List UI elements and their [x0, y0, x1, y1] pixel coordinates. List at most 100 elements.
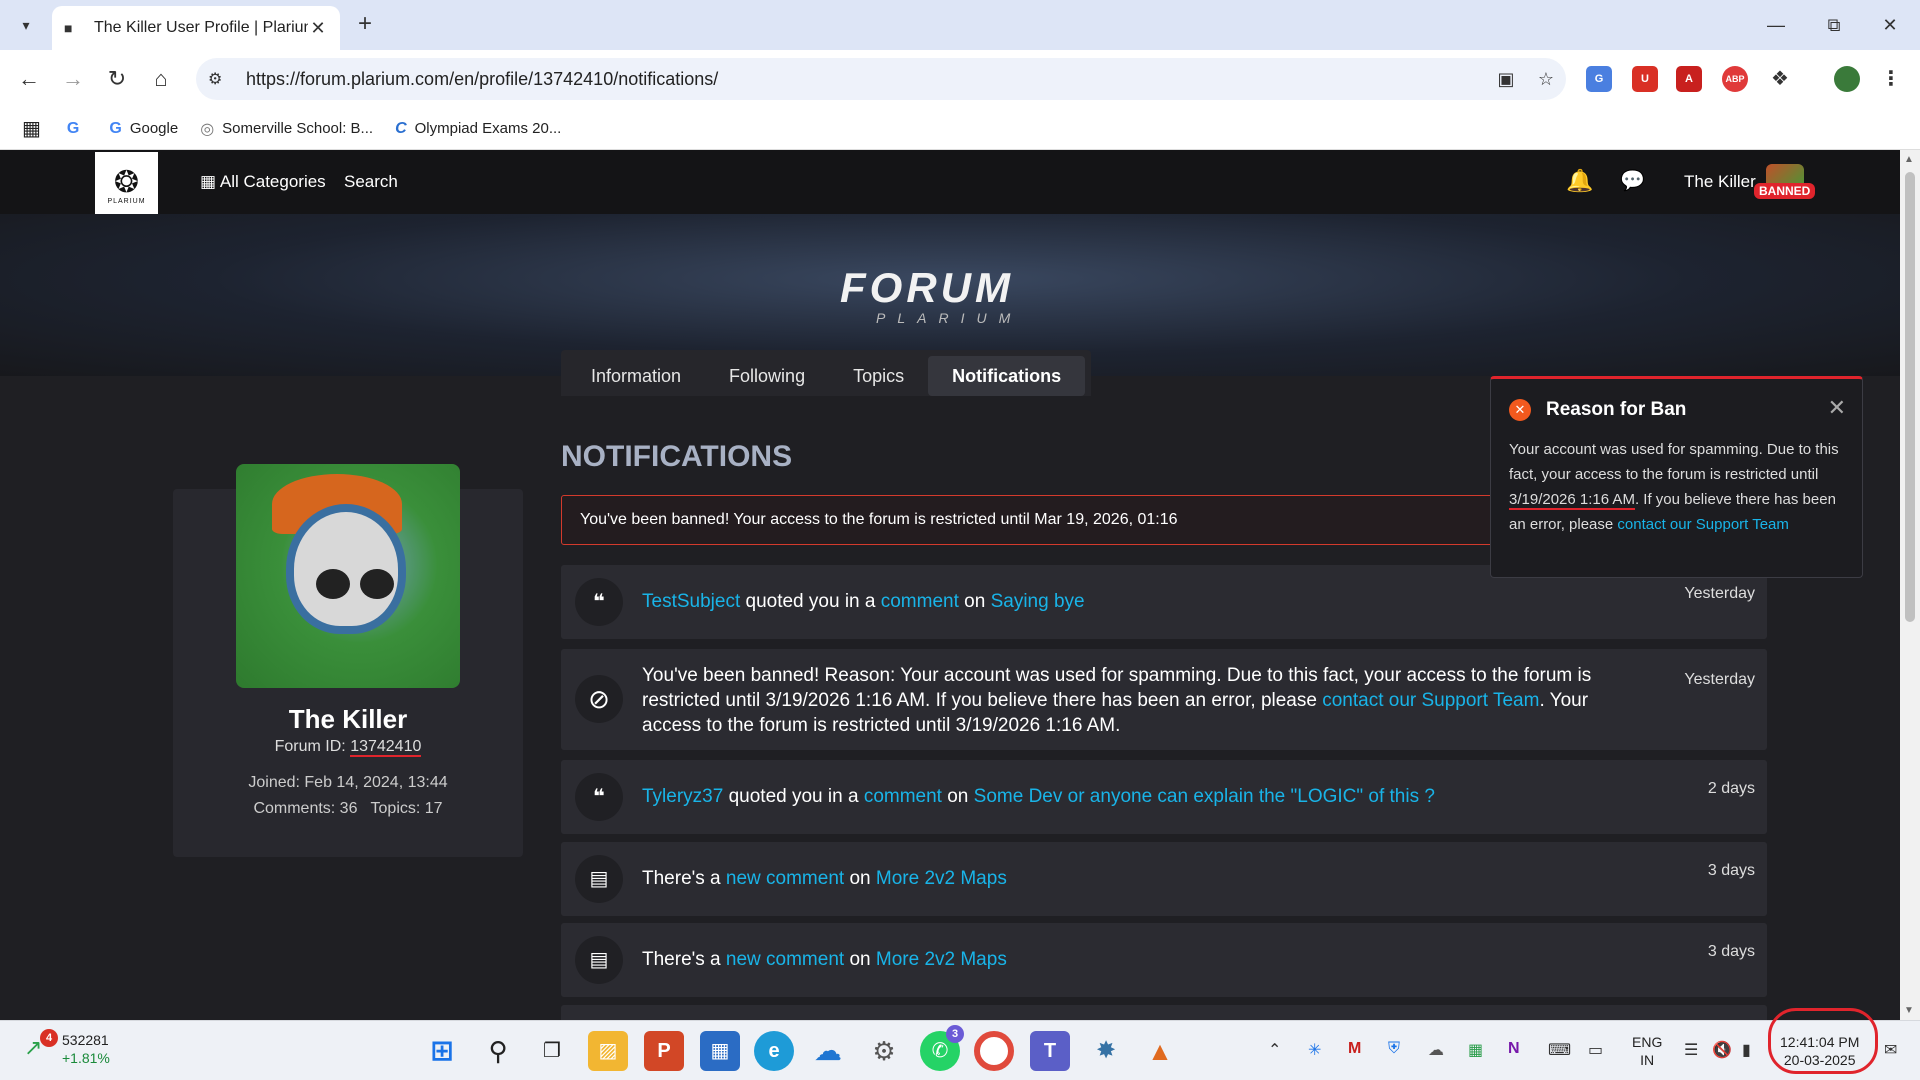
windows-taskbar: ↗ 4 532281 +1.81% ⊞ ⚲ ❐ ▨ P ▦ e ☁ ⚙ ✆ 3 … — [0, 1020, 1920, 1080]
tray-chevron-icon[interactable]: ⌃ — [1268, 1040, 1281, 1060]
menu-dots-icon[interactable]: ⋮ — [1878, 66, 1904, 92]
notifications-heading: NOTIFICATIONS — [561, 440, 793, 473]
file-explorer-icon[interactable]: ▨ — [588, 1031, 628, 1071]
shield-extension-icon[interactable]: U — [1632, 66, 1658, 92]
support-link[interactable]: contact our Support Team — [1322, 690, 1539, 711]
plarium-logo[interactable]: ❂ PLARIUM — [95, 152, 158, 220]
header-user-name[interactable]: The Killer — [1684, 172, 1756, 192]
keyboard-icon[interactable]: ⌨ — [1548, 1040, 1571, 1060]
new-comment-link[interactable]: new comment — [726, 949, 844, 970]
whatsapp-icon[interactable]: ✆ 3 — [920, 1025, 964, 1071]
store-icon[interactable]: ▦ — [700, 1031, 740, 1071]
topic-link[interactable]: More 2v2 Maps — [876, 949, 1007, 970]
stock-badge: 4 — [40, 1029, 58, 1047]
task-view-icon[interactable]: ❐ — [532, 1031, 572, 1071]
start-windows-icon[interactable]: ⊞ — [422, 1031, 462, 1071]
close-tab-icon[interactable]: ✕ — [308, 18, 328, 39]
site-info-icon[interactable]: ⚙ — [208, 69, 238, 89]
search-icon[interactable]: ⚲ — [478, 1031, 518, 1071]
notification-center-icon[interactable]: ✉ — [1884, 1040, 1897, 1060]
notification-item[interactable] — [561, 1005, 1767, 1020]
close-window-icon[interactable]: ✕ — [1870, 10, 1910, 40]
adblock-extension-icon[interactable]: ABP — [1722, 66, 1748, 92]
scroll-thumb[interactable] — [1905, 172, 1915, 622]
stock-widget[interactable]: ↗ 4 532281 +1.81% — [24, 1029, 110, 1067]
all-categories-link[interactable]: ▦ All Categories — [200, 172, 326, 192]
teams-icon[interactable]: T — [1030, 1031, 1070, 1071]
tab-information[interactable]: Information — [567, 356, 705, 396]
pdf-extension-icon[interactable]: A — [1676, 66, 1702, 92]
avatar-mask — [286, 504, 406, 634]
notification-text: TestSubject quoted you in a comment on S… — [642, 591, 1085, 612]
close-icon[interactable]: ✕ — [1828, 395, 1846, 421]
app-icon[interactable]: ▲ — [1140, 1031, 1180, 1071]
user-link[interactable]: TestSubject — [642, 591, 740, 612]
settings-gear-icon[interactable]: ⚙ — [864, 1031, 904, 1071]
topic-link[interactable]: Saying bye — [991, 591, 1085, 612]
mcafee-icon[interactable]: M — [1348, 1040, 1361, 1058]
extensions-puzzle-icon[interactable]: ❖ — [1767, 66, 1793, 92]
back-arrow-icon[interactable]: ← — [12, 62, 46, 96]
notification-item[interactable]: ▤ There's a new comment on More 2v2 Maps… — [561, 842, 1767, 916]
powerpoint-icon[interactable]: P — [644, 1031, 684, 1071]
tab-following[interactable]: Following — [705, 356, 829, 396]
scroll-up-icon[interactable]: ▲ — [1904, 154, 1914, 165]
chevron-down-icon: ▾ — [22, 16, 30, 33]
avatar-eye — [316, 569, 350, 599]
notification-item[interactable]: ▤ There's a new comment on More 2v2 Maps… — [561, 923, 1767, 997]
url-text[interactable]: https://forum.plarium.com/en/profile/137… — [246, 69, 1486, 90]
tab-topics[interactable]: Topics — [829, 356, 928, 396]
battery-icon[interactable]: ▮ — [1742, 1040, 1751, 1060]
notification-item[interactable]: ❝ Tyleryz37 quoted you in a comment on S… — [561, 760, 1767, 834]
minimize-icon[interactable]: — — [1756, 10, 1796, 40]
popup-title: Reason for Ban — [1546, 399, 1687, 420]
language-indicator[interactable]: ENG IN — [1632, 1033, 1662, 1069]
forward-arrow-icon[interactable]: → — [56, 62, 90, 96]
new-comment-link[interactable]: new comment — [726, 868, 844, 889]
user-link[interactable]: Tyleryz37 — [642, 786, 723, 807]
profile-name: The Killer — [288, 704, 408, 734]
cloud-icon[interactable]: ☁ — [1428, 1040, 1444, 1060]
browser-tab-active[interactable]: ■ The Killer User Profile | Plarium ✕ — [52, 6, 340, 50]
page-scrollbar[interactable]: ▲ ▼ — [1900, 150, 1920, 1020]
support-link[interactable]: contact our Support Team — [1617, 516, 1789, 533]
home-icon[interactable]: ⌂ — [144, 62, 178, 96]
profile-avatar-icon[interactable] — [1834, 66, 1860, 92]
restore-icon[interactable]: ⧉ — [1814, 10, 1854, 40]
scroll-down-icon[interactable]: ▼ — [1904, 1005, 1914, 1016]
display-icon[interactable]: ▭ — [1588, 1040, 1603, 1060]
topic-link[interactable]: More 2v2 Maps — [876, 868, 1007, 889]
edge-icon[interactable]: e — [754, 1031, 794, 1071]
bluetooth-icon[interactable]: ✳ — [1308, 1040, 1321, 1060]
comment-link[interactable]: comment — [864, 786, 942, 807]
search-link[interactable]: Search — [344, 172, 398, 192]
tab-notifications[interactable]: Notifications — [928, 356, 1086, 396]
bookmark-somerville[interactable]: ◎ Somerville School: B... — [200, 119, 373, 139]
forum-id-number: 13742410 — [350, 738, 422, 757]
chat-icon[interactable]: 💬 — [1620, 168, 1645, 193]
install-app-icon[interactable]: ▣ — [1486, 69, 1526, 90]
olympiad-icon: C — [395, 119, 407, 137]
reload-icon[interactable]: ↻ — [100, 62, 134, 96]
bell-icon[interactable]: 🔔 — [1566, 168, 1593, 194]
python-icon[interactable]: ✸ — [1086, 1031, 1126, 1071]
onenote-icon[interactable]: N — [1508, 1040, 1520, 1058]
apps-grid-icon[interactable]: ▦ — [22, 116, 41, 141]
network-app-icon[interactable]: ▦ — [1468, 1040, 1483, 1060]
address-bar[interactable]: ⚙ https://forum.plarium.com/en/profile/1… — [196, 58, 1566, 100]
bookmark-star-icon[interactable]: ☆ — [1526, 69, 1566, 90]
topic-link[interactable]: Some Dev or anyone can explain the "LOGI… — [974, 786, 1435, 807]
bookmark-olympiad[interactable]: C Olympiad Exams 20... — [395, 120, 561, 138]
new-tab-button[interactable]: + — [352, 12, 378, 38]
bookmark-google-short[interactable]: G — [67, 120, 87, 138]
translate-extension-icon[interactable]: G — [1586, 66, 1612, 92]
notification-item[interactable]: ⊘ You've been banned! Reason: Your accou… — [561, 649, 1767, 750]
defender-icon[interactable]: ⛨ — [1388, 1040, 1400, 1058]
tab-search-button[interactable]: ▾ — [10, 10, 42, 40]
chrome-icon[interactable] — [974, 1031, 1014, 1071]
comment-link[interactable]: comment — [881, 591, 959, 612]
wifi-icon[interactable]: ☰ — [1684, 1040, 1698, 1060]
volume-mute-icon[interactable]: 🔇 — [1712, 1040, 1732, 1060]
onedrive-icon[interactable]: ☁ — [808, 1031, 848, 1071]
bookmark-google[interactable]: G Google — [109, 120, 178, 138]
